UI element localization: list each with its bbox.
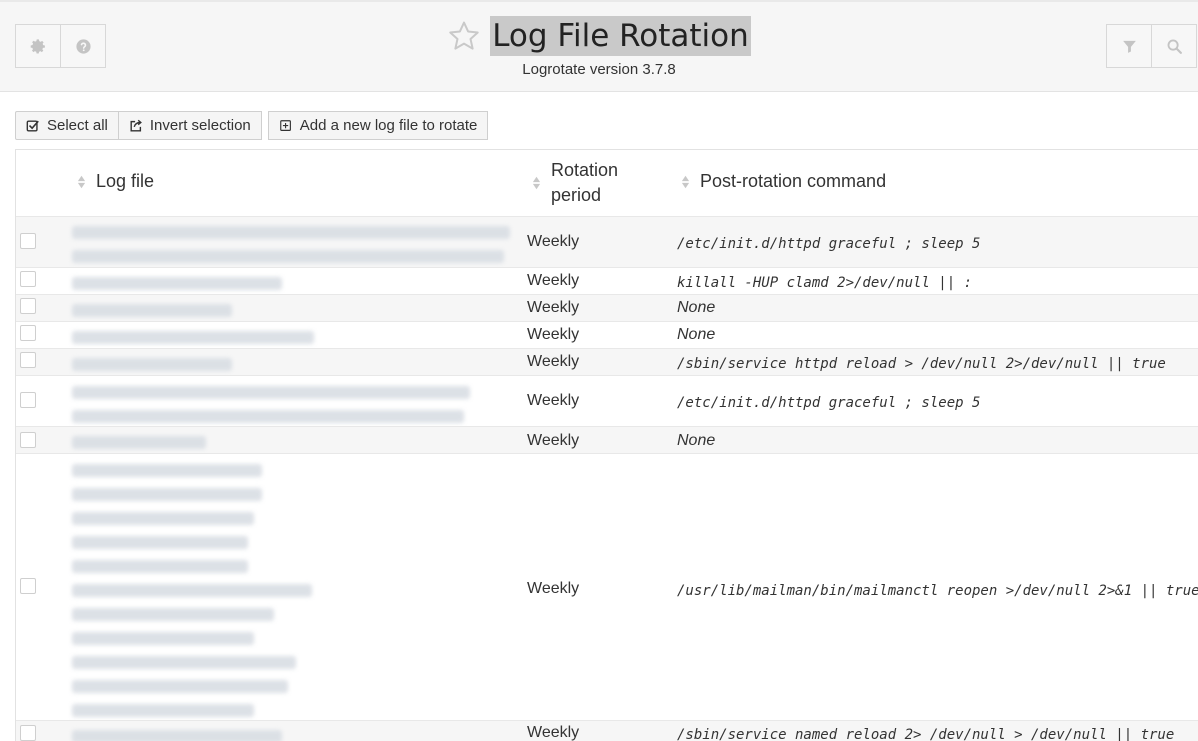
filter-icon: [1122, 40, 1136, 53]
share-square-icon: [130, 119, 142, 132]
check-square-icon: [26, 119, 39, 132]
invert-selection-button[interactable]: Invert selection: [117, 111, 262, 140]
action-toolbar: Select all Invert selection Add a new lo…: [15, 111, 489, 140]
table-row[interactable]: Weekly /sbin/service named reload 2> /de…: [16, 720, 1198, 741]
table-row[interactable]: Weekly /sbin/service httpd reload > /dev…: [16, 348, 1198, 375]
table-row[interactable]: Weekly None: [16, 294, 1198, 321]
col-post-rotation-command[interactable]: Post-rotation command: [681, 171, 886, 192]
invert-selection-label: Invert selection: [149, 117, 251, 134]
col-rotation-period[interactable]: Rotation period: [532, 158, 618, 208]
table-row[interactable]: Weekly /usr/lib/mailman/bin/mailmanctl r…: [16, 453, 1198, 720]
add-log-file-label: Add a new log file to rotate: [299, 117, 478, 134]
plus-square-icon: [279, 119, 291, 131]
search-icon: [1167, 39, 1182, 54]
search-button[interactable]: [1151, 24, 1197, 68]
table-row[interactable]: Weekly /etc/init.d/httpd graceful ; slee…: [16, 216, 1198, 267]
title-area: Log File Rotation: [0, 16, 1198, 58]
add-log-file-button[interactable]: Add a new log file to rotate: [267, 111, 489, 140]
right-toolbar: [1106, 24, 1197, 68]
page-subtitle: Logrotate version 3.7.8: [522, 61, 676, 78]
star-icon[interactable]: [447, 19, 481, 53]
filter-button[interactable]: [1106, 24, 1152, 68]
table-row[interactable]: Weekly None: [16, 426, 1198, 453]
row-checkbox[interactable]: [20, 578, 36, 594]
sort-icon: [77, 175, 86, 188]
log-file-path-redacted: [72, 730, 512, 741]
row-checkbox[interactable]: [20, 325, 36, 341]
select-all-button[interactable]: Select all: [15, 111, 119, 140]
select-all-label: Select all: [47, 117, 108, 134]
sort-icon: [532, 176, 541, 190]
col-log-file[interactable]: Log file: [77, 171, 154, 192]
row-checkbox[interactable]: [20, 298, 36, 314]
page-header: Log File Rotation Logrotate version 3.7.…: [0, 0, 1198, 92]
page-title: Log File Rotation: [490, 16, 751, 56]
table-header: Log file Rotation period Post-rotation c…: [16, 150, 1198, 218]
row-checkbox[interactable]: [20, 432, 36, 448]
table-row[interactable]: Weekly killall -HUP clamd 2>/dev/null ||…: [16, 267, 1198, 294]
table-row[interactable]: Weekly None: [16, 321, 1198, 348]
row-checkbox[interactable]: [20, 725, 36, 741]
log-file-path-redacted: [72, 464, 512, 728]
sort-icon: [681, 175, 690, 188]
row-checkbox[interactable]: [20, 392, 36, 408]
row-checkbox[interactable]: [20, 233, 36, 249]
table-row[interactable]: Weekly /etc/init.d/httpd graceful ; slee…: [16, 375, 1198, 426]
row-checkbox[interactable]: [20, 271, 36, 287]
log-files-table: Log file Rotation period Post-rotation c…: [15, 149, 1198, 741]
row-checkbox[interactable]: [20, 352, 36, 368]
